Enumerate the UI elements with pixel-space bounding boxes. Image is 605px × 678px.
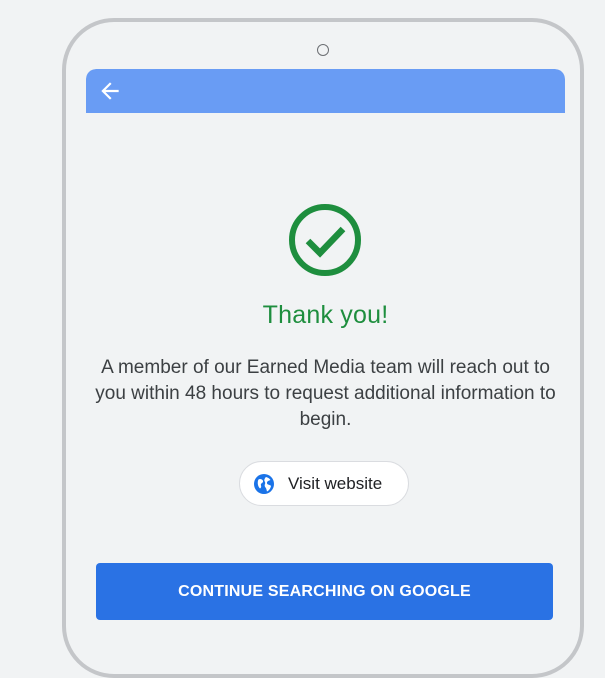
check-circle-icon (289, 204, 361, 276)
confirmation-title: Thank you! (262, 301, 389, 329)
confirmation-message: A member of our Earned Media team will r… (95, 357, 556, 430)
back-button[interactable] (96, 77, 124, 105)
continue-searching-button[interactable]: CONTINUE SEARCHING ON GOOGLE (96, 563, 553, 620)
camera-icon (317, 44, 329, 56)
top-app-bar (86, 69, 565, 113)
visit-website-button[interactable]: Visit website (239, 461, 409, 506)
visit-website-label: Visit website (288, 473, 383, 493)
globe-icon (254, 473, 274, 494)
arrow-left-icon (101, 82, 119, 100)
phone-screen: Thank you! A member of our Earned Media … (86, 69, 565, 634)
